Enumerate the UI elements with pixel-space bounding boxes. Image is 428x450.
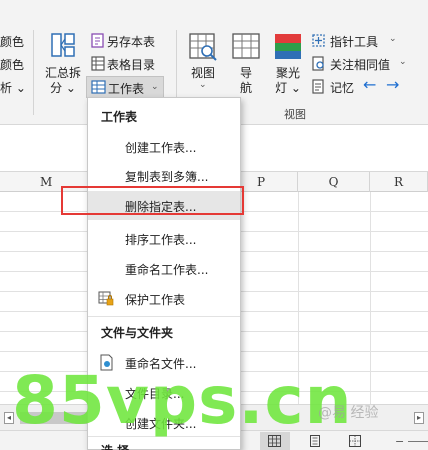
spotlight-icon <box>275 34 301 59</box>
worksheet-button-label: 工作表 <box>108 82 145 96</box>
table-catalog-label: 表格目录 <box>107 58 156 72</box>
group-view-label: 视图 <box>284 108 306 121</box>
nav-button-label-2: 航 <box>239 81 252 95</box>
watermark-small-text: @易 经验 <box>318 405 379 421</box>
arrow-left-icon[interactable]: ← <box>363 75 376 94</box>
column-header-r[interactable]: R <box>370 172 428 192</box>
summary-split-label-2: 分 ⌄ <box>50 81 76 95</box>
nav-button[interactable]: 导 航 <box>228 30 264 100</box>
zoom-minus-icon[interactable]: − <box>395 435 404 448</box>
menu-item-protect-worksheet[interactable]: 保护工作表 <box>88 284 240 313</box>
ribbon-left-cut-1[interactable]: 颜色 <box>0 33 24 50</box>
menu-divider <box>88 316 240 317</box>
save-as-book-icon <box>91 33 104 48</box>
pointer-tool-button[interactable]: 指针工具 ⌄ <box>311 32 401 50</box>
table-catalog-button[interactable]: 表格目录 <box>89 55 169 73</box>
menu-section-files: 文件与文件夹 <box>101 326 174 340</box>
ribbon-left-cut-3[interactable]: 析 ⌄ <box>0 79 26 96</box>
chevron-down-icon: ⌄ <box>151 82 159 92</box>
view-grid-icon <box>189 33 217 61</box>
chevron-down-icon: ⌄ <box>399 57 407 67</box>
zoom-slider[interactable] <box>408 441 428 442</box>
highlight-box <box>61 186 244 215</box>
column-header-p[interactable]: P <box>242 172 298 192</box>
arrow-right-icon[interactable]: → <box>386 75 399 94</box>
column-header-q[interactable]: Q <box>298 172 370 192</box>
worksheet-icon <box>91 80 106 94</box>
scroll-right-icon[interactable]: ▸ <box>414 412 424 424</box>
nav-button-label-1: 导 <box>239 66 252 80</box>
summary-split-label-1: 汇总拆 <box>44 66 81 80</box>
view-button-label: 视图 <box>190 66 215 80</box>
menu-item-create-worksheet[interactable]: 创建工作表... <box>88 132 240 161</box>
menu-section-worksheet: 工作表 <box>101 110 138 124</box>
memory-button[interactable]: 记忆 <box>311 78 361 96</box>
watermark-text: 85vps.cn <box>12 362 353 439</box>
table-catalog-icon <box>91 56 105 71</box>
chevron-down-icon: ⌄ <box>199 80 207 90</box>
pointer-tool-label: 指针工具 <box>330 35 379 49</box>
menu-item-rename-worksheet[interactable]: 重命名工作表... <box>88 254 240 283</box>
memory-label: 记忆 <box>330 81 355 95</box>
spotlight-button[interactable]: 聚光 灯 ⌄ <box>270 30 306 100</box>
view-button[interactable]: 视图 ⌄ <box>185 30 221 100</box>
focus-same-value-icon <box>312 56 324 71</box>
focus-same-value-label: 关注相同值 <box>330 58 391 72</box>
chevron-down-icon: ⌄ <box>389 34 397 44</box>
ribbon-left-cut-2[interactable]: 颜色 <box>0 56 24 73</box>
memory-icon <box>312 79 324 94</box>
summary-split-button[interactable]: 汇总拆 分 ⌄ <box>40 30 86 100</box>
protect-worksheet-icon <box>98 291 114 306</box>
grid-line <box>370 192 371 404</box>
worksheet-button[interactable]: 工作表 ⌄ <box>86 76 164 98</box>
spotlight-label-2: 灯 ⌄ <box>275 81 301 95</box>
pointer-tool-icon <box>312 34 325 47</box>
summary-split-icon <box>51 33 75 57</box>
save-as-book-label: 另存本表 <box>107 35 156 49</box>
save-as-book-button[interactable]: 另存本表 <box>89 32 169 50</box>
ribbon-separator <box>33 30 34 115</box>
focus-same-value-button[interactable]: 关注相同值 ⌄ <box>311 55 411 73</box>
nav-grid-icon <box>232 33 260 59</box>
menu-item-sort-worksheets[interactable]: 排序工作表... <box>88 224 240 253</box>
spotlight-label-1: 聚光 <box>275 66 300 80</box>
menu-section-partial: 选 择 … <box>101 442 145 450</box>
